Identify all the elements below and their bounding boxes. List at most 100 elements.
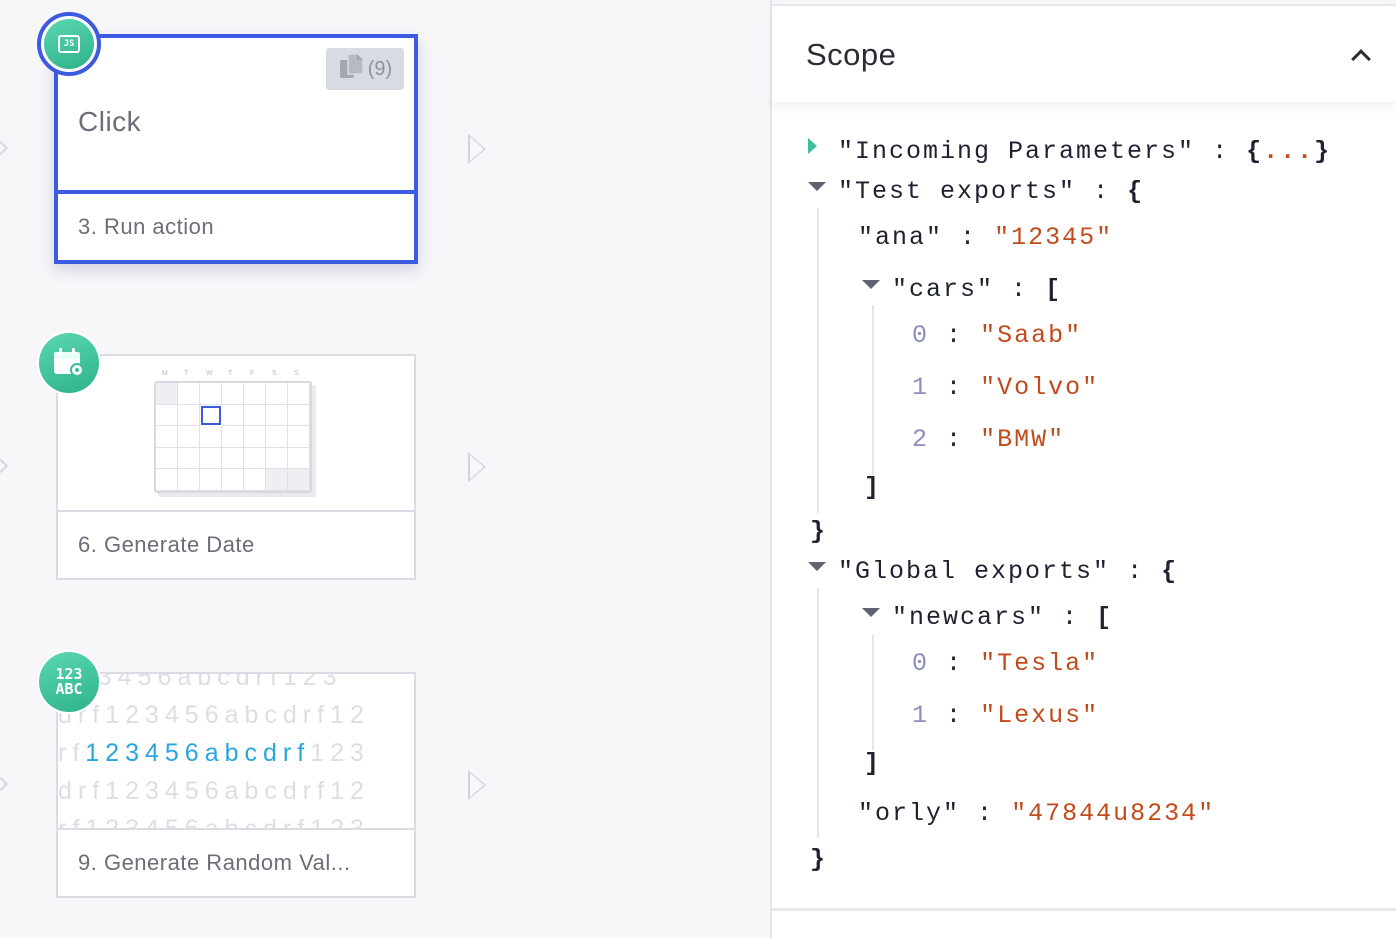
scope-panel: Scope "Incoming Parameters" : {...} "Tes…	[770, 0, 1396, 938]
node-label: 3. Run action	[58, 190, 414, 260]
weekday-letter: S	[272, 370, 277, 377]
calendar-illustration: MTWTFSS	[154, 370, 316, 493]
collapse-chevron-up-icon[interactable]	[1351, 49, 1371, 69]
node-label: 9. Generate Random Val...	[58, 828, 414, 896]
calendar-cell	[156, 447, 178, 470]
random-row: rf123456abcdrf123	[58, 810, 370, 828]
outgoing-edge-arrow	[468, 134, 486, 164]
calendar-cell	[200, 447, 222, 470]
calendar-cell	[288, 383, 310, 405]
flow-node-run-action[interactable]: (9) Click 3. Run action	[54, 34, 418, 264]
calendar-cell	[178, 426, 200, 448]
js-icon: JS	[37, 12, 101, 76]
json-array-item: 2 : "BMW"	[912, 425, 1066, 454]
flow-node-generate-date[interactable]: M T W T F S S 6. Generate Date	[56, 354, 416, 580]
json-array-item: 0 : "Saab"	[912, 321, 1083, 350]
flow-canvas[interactable]: (9) Click 3. Run action JS M T W T F S S 6. Ge…	[0, 0, 770, 938]
json-row-incoming-parameters[interactable]: "Incoming Parameters" : {...}	[838, 137, 1331, 166]
calendar-cell	[200, 426, 222, 448]
tree-guide-line	[872, 635, 874, 750]
collapse-triangle-icon[interactable]	[862, 608, 880, 617]
calendar-cell	[244, 404, 266, 427]
node-label: 6. Generate Date	[58, 510, 414, 578]
weekday-letter: F	[250, 370, 255, 377]
calendar-cell	[288, 469, 310, 491]
weekday-letter: W	[206, 370, 213, 377]
calendar-cell	[244, 469, 266, 491]
calendar-cell	[244, 447, 266, 470]
node-preview: 123456abcdrf123 drf123456abcdrf12 rf1234…	[58, 674, 414, 828]
collapse-triangle-icon[interactable]	[862, 280, 880, 289]
node-preview: (9) Click	[58, 38, 414, 190]
calendar-cell	[178, 469, 200, 491]
calendar-cell	[156, 383, 178, 405]
copy-count: (9)	[367, 57, 393, 80]
json-close-bracket: ]	[864, 749, 882, 778]
json-row-orly: "orly" : "47844u8234"	[858, 799, 1216, 828]
incoming-edge-arrow	[0, 140, 9, 156]
random-row: drf123456abcdrf12	[58, 701, 370, 729]
calendar-cell	[266, 469, 288, 491]
json-close-bracket: ]	[864, 473, 882, 502]
panel-divider	[772, 0, 1396, 6]
json-array-item: 1 : "Lexus"	[912, 701, 1100, 730]
calendar-cell	[156, 404, 178, 427]
calendar-cell	[222, 469, 244, 491]
calendar-cell	[266, 383, 288, 405]
json-row-ana: "ana" : "12345"	[858, 223, 1114, 252]
calendar-cell	[222, 426, 244, 448]
json-close-brace: }	[810, 517, 828, 546]
random-row-highlighted: rf123456abcdrf123	[58, 739, 370, 767]
node-title: Click	[78, 106, 142, 137]
calendar-cell	[201, 405, 221, 426]
weekday-letter: M	[162, 370, 168, 377]
collapse-triangle-icon[interactable]	[808, 562, 826, 571]
node-preview: MTWTFSS	[58, 356, 414, 510]
calendar-cell	[222, 404, 244, 427]
calendar-cell	[222, 447, 244, 470]
expand-triangle-icon[interactable]	[808, 138, 817, 154]
calendar-cell	[178, 383, 200, 405]
weekday-letter: T	[184, 370, 189, 377]
calendar-cell	[244, 383, 266, 405]
panel-footer-divider	[772, 908, 1396, 938]
weekday-letter: T	[228, 370, 233, 377]
scope-header[interactable]: Scope	[772, 8, 1396, 102]
calendar-cell	[266, 404, 288, 427]
copy-icon	[338, 52, 366, 86]
calendar-cell	[222, 383, 244, 405]
calendar-cell	[178, 404, 200, 427]
calendar-cell	[266, 447, 288, 470]
calendar-cell	[288, 404, 310, 427]
calendar-cell	[200, 469, 222, 491]
calendar-cell	[244, 426, 266, 448]
tree-guide-line	[817, 208, 819, 513]
json-array-item: 0 : "Tesla"	[912, 649, 1100, 678]
calendar-cell	[156, 426, 178, 448]
123-abc-icon: 123 ABC	[39, 652, 99, 712]
outgoing-edge-arrow	[468, 452, 486, 482]
weekday-letter: S	[294, 370, 299, 377]
random-row: drf123456abcdrf12	[58, 777, 370, 805]
random-text-illustration: 123456abcdrf123 drf123456abcdrf12 rf1234…	[58, 674, 414, 828]
json-row-cars[interactable]: "cars" : [	[892, 275, 1062, 304]
incoming-edge-arrow	[0, 458, 9, 474]
json-row-newcars[interactable]: "newcars" : [	[892, 603, 1113, 632]
panel-title: Scope	[806, 37, 897, 72]
collapse-triangle-icon[interactable]	[808, 182, 826, 191]
json-row-test-exports[interactable]: "Test exports" : {	[838, 177, 1144, 206]
flow-node-generate-random-value[interactable]: 123456abcdrf123 drf123456abcdrf12 rf1234…	[56, 672, 416, 898]
tree-guide-line	[872, 305, 874, 475]
incoming-edge-arrow	[0, 776, 9, 792]
json-row-global-exports[interactable]: "Global exports" : {	[838, 557, 1178, 586]
calendar-cell	[266, 426, 288, 448]
json-close-brace: }	[810, 845, 828, 874]
calendar-cell	[200, 383, 222, 405]
calendar-grid	[154, 381, 312, 493]
calendar-cell	[178, 447, 200, 470]
copy-count-badge[interactable]: (9)	[326, 48, 404, 90]
calendar-cell	[288, 447, 310, 470]
tree-guide-line	[817, 588, 819, 838]
calendar-cell	[288, 426, 310, 448]
calendar-weekdays: MTWTFSS	[162, 370, 316, 377]
